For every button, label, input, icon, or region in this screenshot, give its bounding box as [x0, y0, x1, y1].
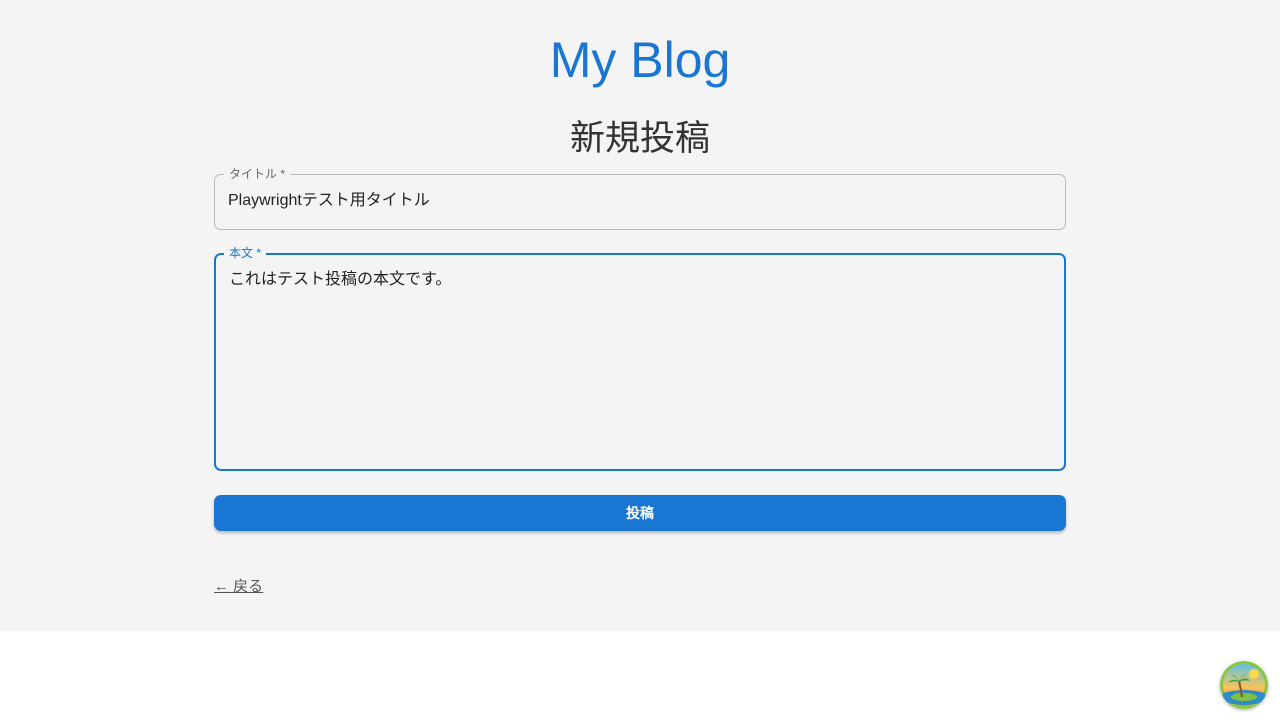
body-field-label: 本文 *	[224, 245, 267, 261]
page-title: 新規投稿	[569, 119, 710, 158]
submit-button[interactable]: 投稿	[214, 495, 1066, 531]
island-palm-icon-graphic	[1220, 661, 1268, 709]
island-palm-icon[interactable]	[1220, 661, 1268, 709]
body-textarea[interactable]: これはテスト投稿の本文です。	[229, 270, 451, 290]
back-link[interactable]: ← 戻る	[214, 577, 263, 597]
body-field[interactable]: 本文 * これはテスト投稿の本文です。	[214, 245, 1066, 471]
title-field[interactable]: タイトル * Playwrightテスト用タイトル	[214, 166, 1066, 230]
blog-title[interactable]: My Blog	[0, 28, 1280, 92]
page-container: My Blog 新規投稿 タイトル * Playwrightテスト用タイトル 本…	[0, 0, 1280, 631]
title-input[interactable]: Playwrightテスト用タイトル	[228, 191, 430, 211]
title-field-label: タイトル *	[224, 166, 291, 182]
